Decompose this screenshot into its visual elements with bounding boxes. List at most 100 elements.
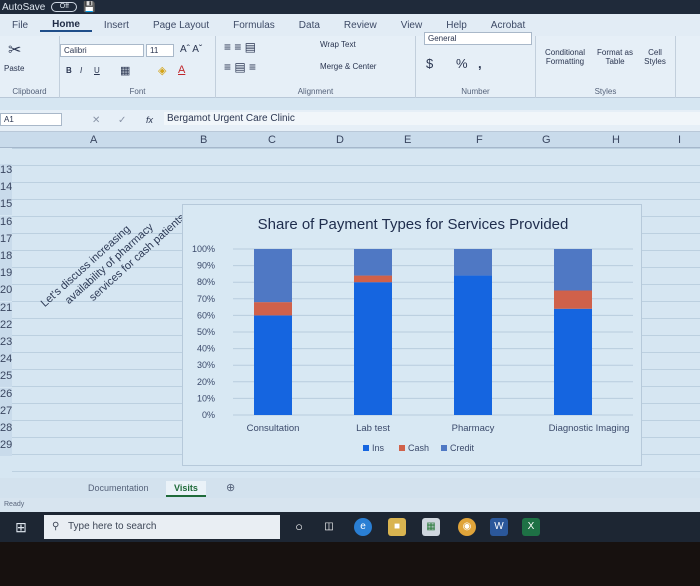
column-header[interactable]: G	[542, 134, 551, 146]
row-header[interactable]: 13	[0, 164, 12, 181]
column-header[interactable]: H	[612, 134, 620, 146]
legend-label-cash: Cash	[408, 443, 429, 453]
save-icon[interactable]: 💾	[83, 2, 95, 13]
percent-button[interactable]: %	[456, 56, 468, 71]
clipboard-label: Clipboard	[12, 87, 47, 96]
column-header[interactable]: A	[90, 134, 97, 146]
title-bar: AutoSave Off 💾	[0, 0, 700, 14]
add-sheet-icon[interactable]: ⊕	[226, 481, 235, 494]
autosave-toggle[interactable]: Off	[51, 2, 78, 12]
column-header[interactable]: B	[200, 134, 207, 146]
borders-icon[interactable]: ▦	[120, 64, 130, 77]
y-tick-label: 10%	[197, 393, 215, 403]
x-category-label: Pharmacy	[452, 423, 495, 434]
insert-function-icon[interactable]: fx	[146, 115, 153, 125]
task-view-icon[interactable]: ◫	[320, 518, 338, 536]
fill-color-icon[interactable]: ◈	[158, 64, 166, 77]
y-tick-label: 20%	[197, 377, 215, 387]
name-box[interactable]: A1	[0, 113, 62, 126]
sheet-tab-visits[interactable]: Visits	[166, 481, 206, 497]
align-left-icon[interactable]: ≡ ▤ ≡	[224, 60, 256, 74]
tab-file[interactable]: File	[0, 20, 40, 31]
currency-button[interactable]: $	[426, 56, 433, 71]
italic-button[interactable]: I	[80, 66, 82, 75]
row-header[interactable]: 24	[0, 353, 12, 371]
row-header[interactable]: 23	[0, 336, 12, 353]
taskbar-search[interactable]: ⚲ Type here to search	[44, 515, 280, 539]
row-header[interactable]: 26	[0, 387, 12, 405]
tab-view[interactable]: View	[389, 20, 435, 31]
underline-button[interactable]: U	[94, 66, 100, 75]
tab-data[interactable]: Data	[287, 20, 332, 31]
column-header[interactable]: I	[678, 134, 681, 146]
tab-insert[interactable]: Insert	[92, 20, 141, 31]
grow-font-button[interactable]: Aˆ Aˇ	[180, 44, 202, 55]
tab-page-layout[interactable]: Page Layout	[141, 20, 221, 31]
row-header[interactable]: 16	[0, 215, 12, 233]
font-color-icon[interactable]: A	[178, 64, 185, 76]
formula-input[interactable]: Bergamot Urgent Care Clinic	[164, 112, 700, 125]
font-label: Font	[129, 87, 146, 96]
sheet-tab-documentation[interactable]: Documentation	[80, 481, 157, 495]
bar-segment-cash	[354, 275, 392, 283]
format-as-table-button[interactable]: Format as Table	[594, 48, 636, 66]
cancel-icon[interactable]: ✕	[92, 115, 100, 126]
row-header[interactable]: 21	[0, 301, 12, 319]
row-header[interactable]: 29	[0, 439, 12, 457]
sheet-tabs-bar: Documentation Visits ⊕	[0, 478, 700, 498]
row-header[interactable]: 25	[0, 370, 12, 388]
font-name-select[interactable]: Calibri	[60, 44, 144, 57]
edge-icon[interactable]: e	[354, 518, 372, 536]
row-header[interactable]: 28	[0, 422, 12, 439]
cortana-icon[interactable]: ○	[290, 518, 308, 536]
bar-segment-cash	[254, 302, 292, 316]
y-tick-label: 60%	[197, 310, 215, 320]
cell-styles-button[interactable]: Cell Styles	[640, 48, 670, 66]
windows-start-icon[interactable]: ⊞	[12, 518, 30, 536]
word-icon[interactable]: W	[490, 518, 508, 536]
comma-button[interactable]: ,	[478, 56, 482, 71]
excel-icon[interactable]: X	[522, 518, 540, 536]
font-size-select[interactable]: 11	[146, 44, 174, 57]
file-explorer-icon[interactable]: ■	[388, 518, 406, 536]
number-format-select[interactable]: General	[424, 32, 532, 45]
enter-icon[interactable]: ✓	[118, 115, 126, 126]
bar-segment-ins	[354, 282, 392, 415]
row-header[interactable]: 17	[0, 232, 12, 250]
column-header[interactable]: D	[336, 134, 344, 146]
stacked-bar-chart[interactable]: Share of Payment Types for Services Prov…	[182, 204, 642, 466]
cut-icon[interactable]: ✂	[8, 40, 21, 60]
row-header[interactable]: 18	[0, 250, 12, 267]
bar-segment-credit	[554, 249, 592, 291]
taskbar: ⊞ ⚲ Type here to search ○ ◫ e ■ ▦ ◉ W X	[0, 512, 700, 542]
wrap-text-button[interactable]: Wrap Text	[320, 40, 356, 49]
styles-label: Styles	[594, 87, 617, 96]
row-header[interactable]: 27	[0, 404, 12, 422]
excel-window: AutoSave Off 💾 File Home Insert Page Layout…	[0, 0, 700, 555]
conditional-formatting-button[interactable]: Conditional Formatting	[540, 48, 590, 66]
tab-review[interactable]: Review	[332, 20, 389, 31]
number-label: Number	[461, 87, 490, 96]
bar-segment-ins	[454, 275, 492, 415]
column-header[interactable]: E	[404, 134, 411, 146]
row-header[interactable]: 22	[0, 318, 12, 336]
chart-svg: Share of Payment Types for Services Prov…	[192, 216, 633, 453]
merge-center-button[interactable]: Merge & Center	[320, 62, 376, 71]
align-top-icon[interactable]: ≡ ≡ ▤	[224, 40, 256, 54]
row-header[interactable]: 15	[0, 198, 12, 216]
column-header[interactable]: C	[268, 134, 276, 146]
y-tick-label: 80%	[197, 277, 215, 287]
row-header[interactable]: 20	[0, 284, 12, 302]
column-header[interactable]: F	[476, 134, 483, 146]
tab-acrobat[interactable]: Acrobat	[479, 20, 537, 31]
row-header[interactable]: 14	[0, 181, 12, 199]
store-icon[interactable]: ▦	[422, 518, 440, 536]
bold-button[interactable]: B	[66, 66, 72, 75]
row-header[interactable]: 19	[0, 267, 12, 285]
tab-formulas[interactable]: Formulas	[221, 20, 287, 31]
chrome-icon[interactable]: ◉	[458, 518, 476, 536]
paste-button[interactable]: Paste	[4, 64, 24, 73]
tab-home[interactable]: Home	[40, 19, 92, 32]
legend-swatch-credit	[441, 445, 447, 451]
tab-help[interactable]: Help	[434, 20, 479, 31]
